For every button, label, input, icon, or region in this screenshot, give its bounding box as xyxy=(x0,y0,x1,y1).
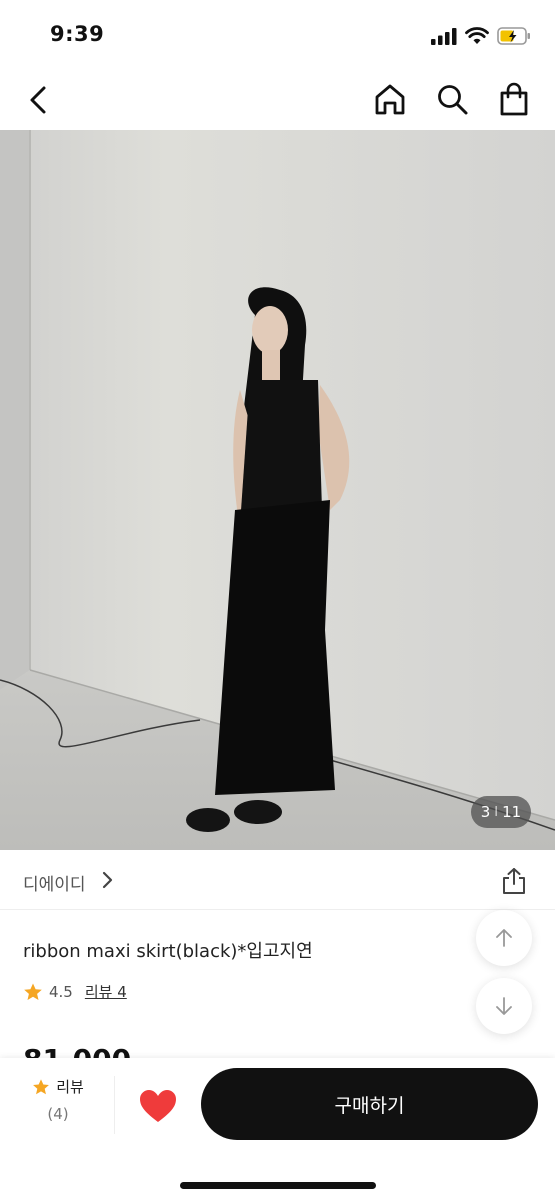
chevron-right-icon xyxy=(102,871,113,889)
image-counter-total: 11 xyxy=(502,803,522,821)
review-summary-top: 리뷰 xyxy=(20,1076,96,1097)
status-icons xyxy=(431,24,531,48)
search-icon[interactable] xyxy=(434,81,470,117)
wifi-icon xyxy=(465,27,489,44)
product-photo xyxy=(0,130,555,850)
brand-row[interactable]: 디에이디 xyxy=(0,850,555,910)
home-icon[interactable] xyxy=(372,81,408,117)
product-title: ribbon maxi skirt(black)*입고지연 xyxy=(23,941,313,962)
back-icon[interactable] xyxy=(22,82,58,118)
image-counter-current: 3 xyxy=(480,803,491,821)
brand-name[interactable]: 디에이디 xyxy=(23,870,86,895)
arrow-up-icon xyxy=(496,929,512,947)
star-icon xyxy=(24,983,42,1000)
scroll-down-button[interactable] xyxy=(476,978,532,1034)
image-counter: 3 I 11 xyxy=(471,796,531,828)
scroll-up-button[interactable] xyxy=(476,910,532,966)
status-bar: 9:39 xyxy=(0,0,555,70)
review-summary-button[interactable]: 리뷰 (4) xyxy=(20,1076,96,1136)
review-summary-count: (4) xyxy=(47,1105,69,1123)
divider xyxy=(114,1076,115,1134)
home-indicator xyxy=(180,1182,376,1189)
battery-icon xyxy=(497,27,530,45)
shopping-bag-icon[interactable] xyxy=(496,81,532,117)
star-icon xyxy=(33,1078,50,1094)
status-time: 9:39 xyxy=(50,22,105,46)
bottom-action-bar: 리뷰 (4) 구매하기 xyxy=(0,1058,555,1200)
rating-value: 4.5 xyxy=(49,982,73,1001)
heart-icon[interactable] xyxy=(138,1088,178,1124)
arrow-down-icon xyxy=(496,997,512,1015)
nav-bar xyxy=(0,70,555,130)
rating-row: 4.5 리뷰 4 xyxy=(23,981,127,1002)
review-summary-label: 리뷰 xyxy=(56,1078,84,1096)
product-detail-page: 9:39 3 I 11 디에이디 ribbon maxi skirt(black… xyxy=(0,0,555,1200)
signal-icon xyxy=(431,28,457,45)
review-link[interactable]: 리뷰 4 xyxy=(85,981,127,1002)
share-icon[interactable] xyxy=(500,866,528,896)
product-image[interactable]: 3 I 11 xyxy=(0,130,555,850)
buy-button[interactable]: 구매하기 xyxy=(201,1068,538,1140)
image-counter-separator: I xyxy=(494,804,499,820)
